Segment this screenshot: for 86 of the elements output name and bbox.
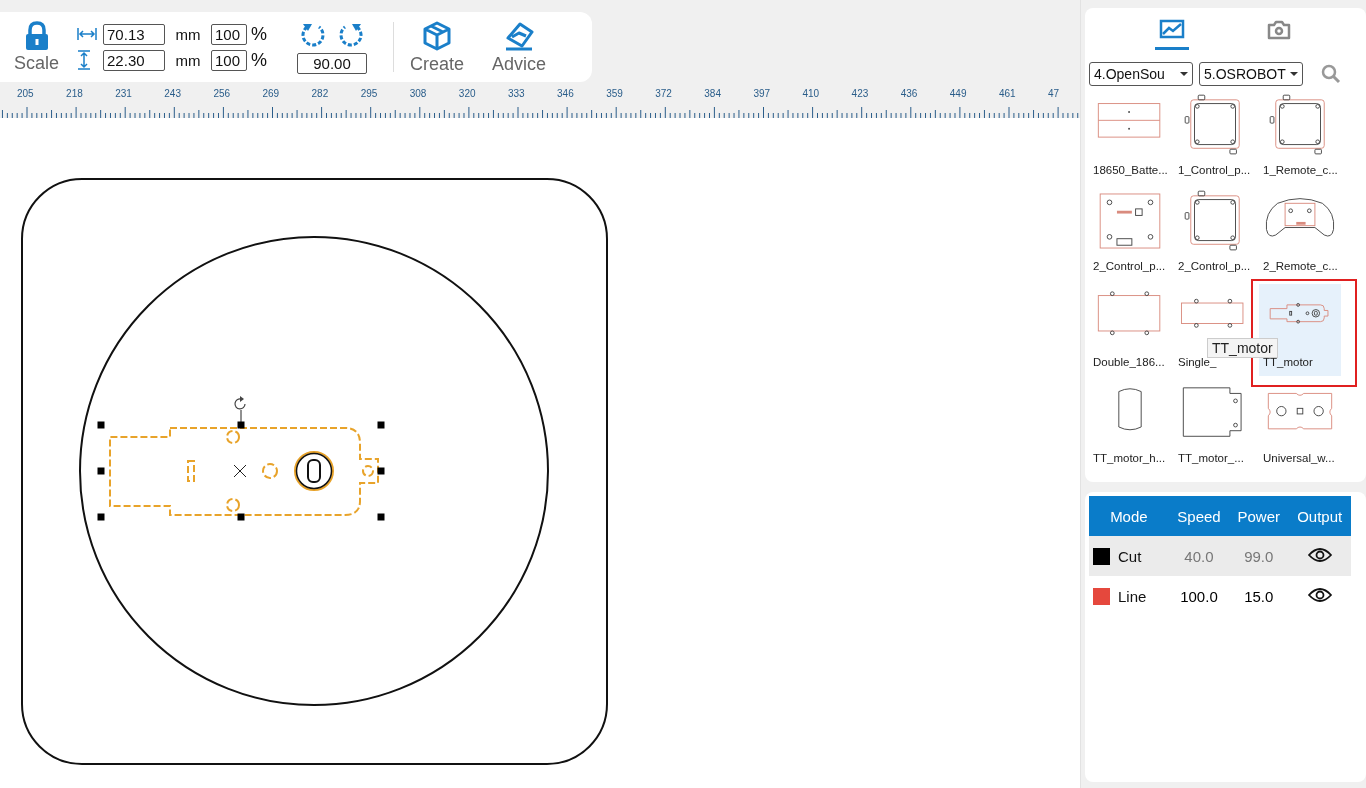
ruler-label: 47 xyxy=(1047,88,1061,101)
ruler-label: 410 xyxy=(802,88,821,101)
part-item[interactable]: TT_motor_h... xyxy=(1089,380,1171,472)
ruler-label: 308 xyxy=(409,88,428,101)
wheel-plate-drawing xyxy=(1267,392,1333,430)
strip-drawing xyxy=(1181,298,1244,328)
color-swatch[interactable] xyxy=(1093,547,1110,565)
ruler-label: 256 xyxy=(213,88,232,101)
ruler-label: 346 xyxy=(557,88,575,101)
angle-field[interactable]: 90.00 xyxy=(297,52,368,74)
ruler-label: 243 xyxy=(164,88,182,101)
tooltip: TT_motor xyxy=(1207,338,1278,358)
visibility-toggle[interactable] xyxy=(1307,546,1332,563)
part-item[interactable]: 2_Control_p... xyxy=(1174,188,1256,280)
board-drawing xyxy=(1184,190,1240,251)
category-dropdown[interactable]: 5.OSROBOT xyxy=(1199,62,1303,86)
part-item[interactable]: Double_186... xyxy=(1089,284,1171,376)
ruler-label: 231 xyxy=(115,88,133,101)
percent-label: % xyxy=(251,23,269,45)
motor-drawing xyxy=(1269,303,1329,324)
ruler-label: 384 xyxy=(704,88,722,101)
eye-icon xyxy=(1307,546,1332,563)
scale-lock-button[interactable]: Scale xyxy=(14,20,60,74)
advice-button[interactable]: Advice xyxy=(492,19,547,75)
unit-label: mm xyxy=(174,51,202,69)
selected-motor-drawing[interactable] xyxy=(97,396,385,521)
column-header: Speed xyxy=(1168,496,1230,536)
plate-drawing xyxy=(1099,193,1161,249)
rounded-square-shape[interactable] xyxy=(21,178,608,765)
ruler-label: 282 xyxy=(311,88,330,101)
part-item[interactable]: 18650_Batte... xyxy=(1089,92,1171,184)
ruler-label: 205 xyxy=(17,88,35,101)
lock-icon xyxy=(23,20,50,51)
power-cell: 15.0 xyxy=(1229,576,1289,616)
mode-label: Cut xyxy=(1118,547,1142,565)
ruler-label: 372 xyxy=(655,88,673,101)
part-item[interactable]: 2_Control_p... xyxy=(1089,188,1171,280)
power-cell: 99.0 xyxy=(1229,536,1289,576)
color-swatch[interactable] xyxy=(1093,587,1110,605)
battery-holder-drawing xyxy=(1097,103,1161,138)
create-button[interactable]: Create xyxy=(410,19,465,75)
speed-cell: 100.0 xyxy=(1168,576,1230,616)
visibility-toggle[interactable] xyxy=(1307,586,1332,603)
percent-label: % xyxy=(251,49,269,71)
plate-drawing xyxy=(1097,291,1161,336)
column-header: Power xyxy=(1229,496,1289,536)
box-icon xyxy=(421,19,454,52)
part-item[interactable]: Universal_w... xyxy=(1259,380,1341,472)
part-item[interactable]: 2_Remote_c... xyxy=(1259,188,1341,280)
ruler-label: 423 xyxy=(851,88,870,101)
board-drawing xyxy=(1269,94,1325,155)
motor-holder-drawing xyxy=(1118,388,1142,431)
ruler-label: 295 xyxy=(360,88,379,101)
ruler-label: 449 xyxy=(949,88,968,101)
ruler-label: 397 xyxy=(753,88,772,101)
eye-icon xyxy=(1307,586,1332,603)
height-icon xyxy=(77,50,92,70)
board-drawing xyxy=(1184,94,1240,155)
search-icon[interactable] xyxy=(1321,64,1341,84)
caret-icon xyxy=(1290,72,1298,76)
ruler-label: 461 xyxy=(998,88,1017,101)
part-item[interactable]: 1_Control_p... xyxy=(1174,92,1256,184)
mode-label: Line xyxy=(1118,587,1147,605)
width-icon xyxy=(77,27,98,41)
width-percent-field[interactable]: 100 xyxy=(211,23,248,45)
height-field[interactable]: 22.30 xyxy=(103,49,166,71)
category-dropdown[interactable]: 4.OpenSou xyxy=(1089,62,1193,86)
image-icon xyxy=(1159,18,1186,41)
column-header: Mode xyxy=(1089,496,1169,536)
bracket-drawing xyxy=(1182,387,1242,437)
ruler-label: 269 xyxy=(262,88,281,101)
caret-icon xyxy=(1180,72,1188,76)
column-header: Output xyxy=(1288,496,1351,536)
unit-label: mm xyxy=(174,25,202,43)
speed-cell: 40.0 xyxy=(1168,536,1230,576)
ruler-label: 436 xyxy=(900,88,919,101)
ruler-label: 218 xyxy=(66,88,84,101)
part-item[interactable]: 1_Remote_c... xyxy=(1259,92,1341,184)
width-field[interactable]: 70.13 xyxy=(103,23,166,45)
ruler-label: 359 xyxy=(606,88,624,101)
ruler-label: 333 xyxy=(507,88,526,101)
height-percent-field[interactable]: 100 xyxy=(211,49,248,71)
controller-drawing xyxy=(1265,198,1335,237)
ruler-label: 320 xyxy=(458,88,477,101)
part-item[interactable]: TT_motor_... xyxy=(1174,380,1256,472)
camera-icon xyxy=(1265,18,1292,41)
